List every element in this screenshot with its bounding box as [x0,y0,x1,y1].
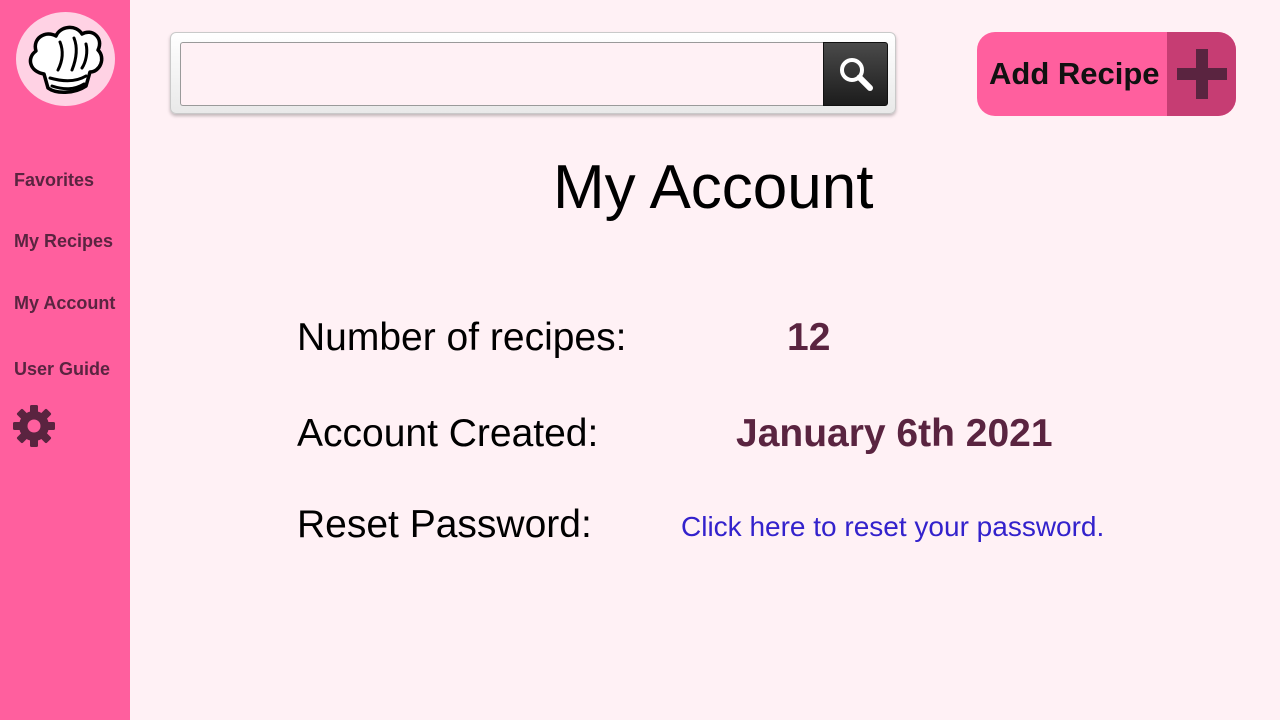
add-recipe-button[interactable]: Add Recipe [977,32,1236,116]
add-recipe-label: Add Recipe [989,56,1160,91]
sidebar-item-user-guide[interactable]: User Guide [14,359,110,380]
sidebar-item-my-recipes[interactable]: My Recipes [14,231,113,252]
gear-icon[interactable] [12,404,56,448]
search-button[interactable] [823,42,888,106]
sidebar: Favorites My Recipes My Account User Gui… [0,0,130,720]
plus-icon [1177,49,1227,99]
add-recipe-plus-block [1167,32,1236,116]
reset-password-link[interactable]: Click here to reset your password. [681,511,1104,543]
search-bar [170,32,896,114]
account-created-value: January 6th 2021 [736,412,1053,455]
search-icon [840,58,873,91]
account-created-label: Account Created: [297,412,599,455]
sidebar-item-my-account[interactable]: My Account [14,293,115,314]
page-title: My Account [553,153,874,222]
recipes-count-label: Number of recipes: [297,316,627,359]
chef-hat-icon[interactable] [16,12,115,106]
reset-password-label: Reset Password: [297,503,592,546]
search-input[interactable] [180,42,823,106]
sidebar-item-favorites[interactable]: Favorites [14,170,94,191]
recipes-count-value: 12 [787,316,831,359]
